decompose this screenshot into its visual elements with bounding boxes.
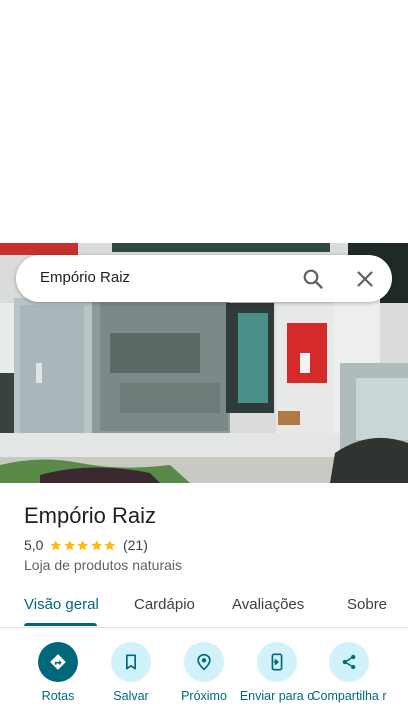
directions-icon: [50, 654, 66, 670]
directions-label: Rotas: [41, 689, 75, 703]
tab-reviews[interactable]: Avaliações: [232, 596, 304, 613]
save-label: Salvar: [113, 689, 149, 703]
directions-button[interactable]: Rotas: [18, 640, 98, 726]
nearby-button[interactable]: Próximo: [164, 640, 244, 726]
star-icon: [91, 539, 103, 550]
nearby-button-circle[interactable]: [184, 642, 224, 682]
bookmark-icon: [126, 654, 136, 670]
send-to-phone-button-circle[interactable]: [257, 642, 297, 682]
directions-button-circle[interactable]: [38, 642, 78, 682]
star-icon: [50, 539, 62, 550]
star-rating: [49, 539, 117, 552]
action-bar: Rotas Salvar Próximo Enviar para o Compa…: [0, 640, 408, 726]
active-tab-indicator: [24, 623, 97, 626]
close-icon[interactable]: [353, 267, 377, 291]
star-icon: [64, 539, 76, 550]
rating-row[interactable]: 5,0 (21): [24, 537, 148, 553]
tab-bar: Visão geral Cardápio Avaliações Sobre: [0, 585, 408, 628]
nearby-label: Próximo: [181, 689, 227, 703]
rating-value: 5,0: [24, 537, 44, 553]
search-bar[interactable]: Empório Raiz: [16, 255, 392, 302]
share-button-circle[interactable]: [329, 642, 369, 682]
star-icon: [77, 539, 89, 550]
send-to-phone-button[interactable]: Enviar para o: [237, 640, 317, 726]
tab-menu[interactable]: Cardápio: [134, 596, 195, 613]
share-button[interactable]: Compartilha r: [309, 640, 389, 726]
nearby-icon: [197, 653, 211, 671]
share-icon: [342, 654, 356, 670]
place-details-screen: Empório Raiz Empório Raiz 5,0 (21) Loja …: [0, 0, 408, 726]
place-category: Loja de produtos naturais: [24, 557, 182, 573]
review-count[interactable]: (21): [123, 537, 148, 553]
send-to-phone-label: Enviar para o: [239, 689, 315, 703]
share-label: Compartilha r: [311, 689, 387, 703]
save-button[interactable]: Salvar: [91, 640, 171, 726]
search-icon[interactable]: [301, 267, 325, 291]
star-icon: [104, 539, 116, 550]
save-button-circle[interactable]: [111, 642, 151, 682]
tab-about[interactable]: Sobre: [347, 596, 387, 613]
tab-overview[interactable]: Visão geral: [24, 596, 99, 613]
search-input[interactable]: Empório Raiz: [40, 269, 130, 286]
send-to-phone-icon: [271, 653, 283, 671]
place-title: Empório Raiz: [24, 503, 157, 528]
